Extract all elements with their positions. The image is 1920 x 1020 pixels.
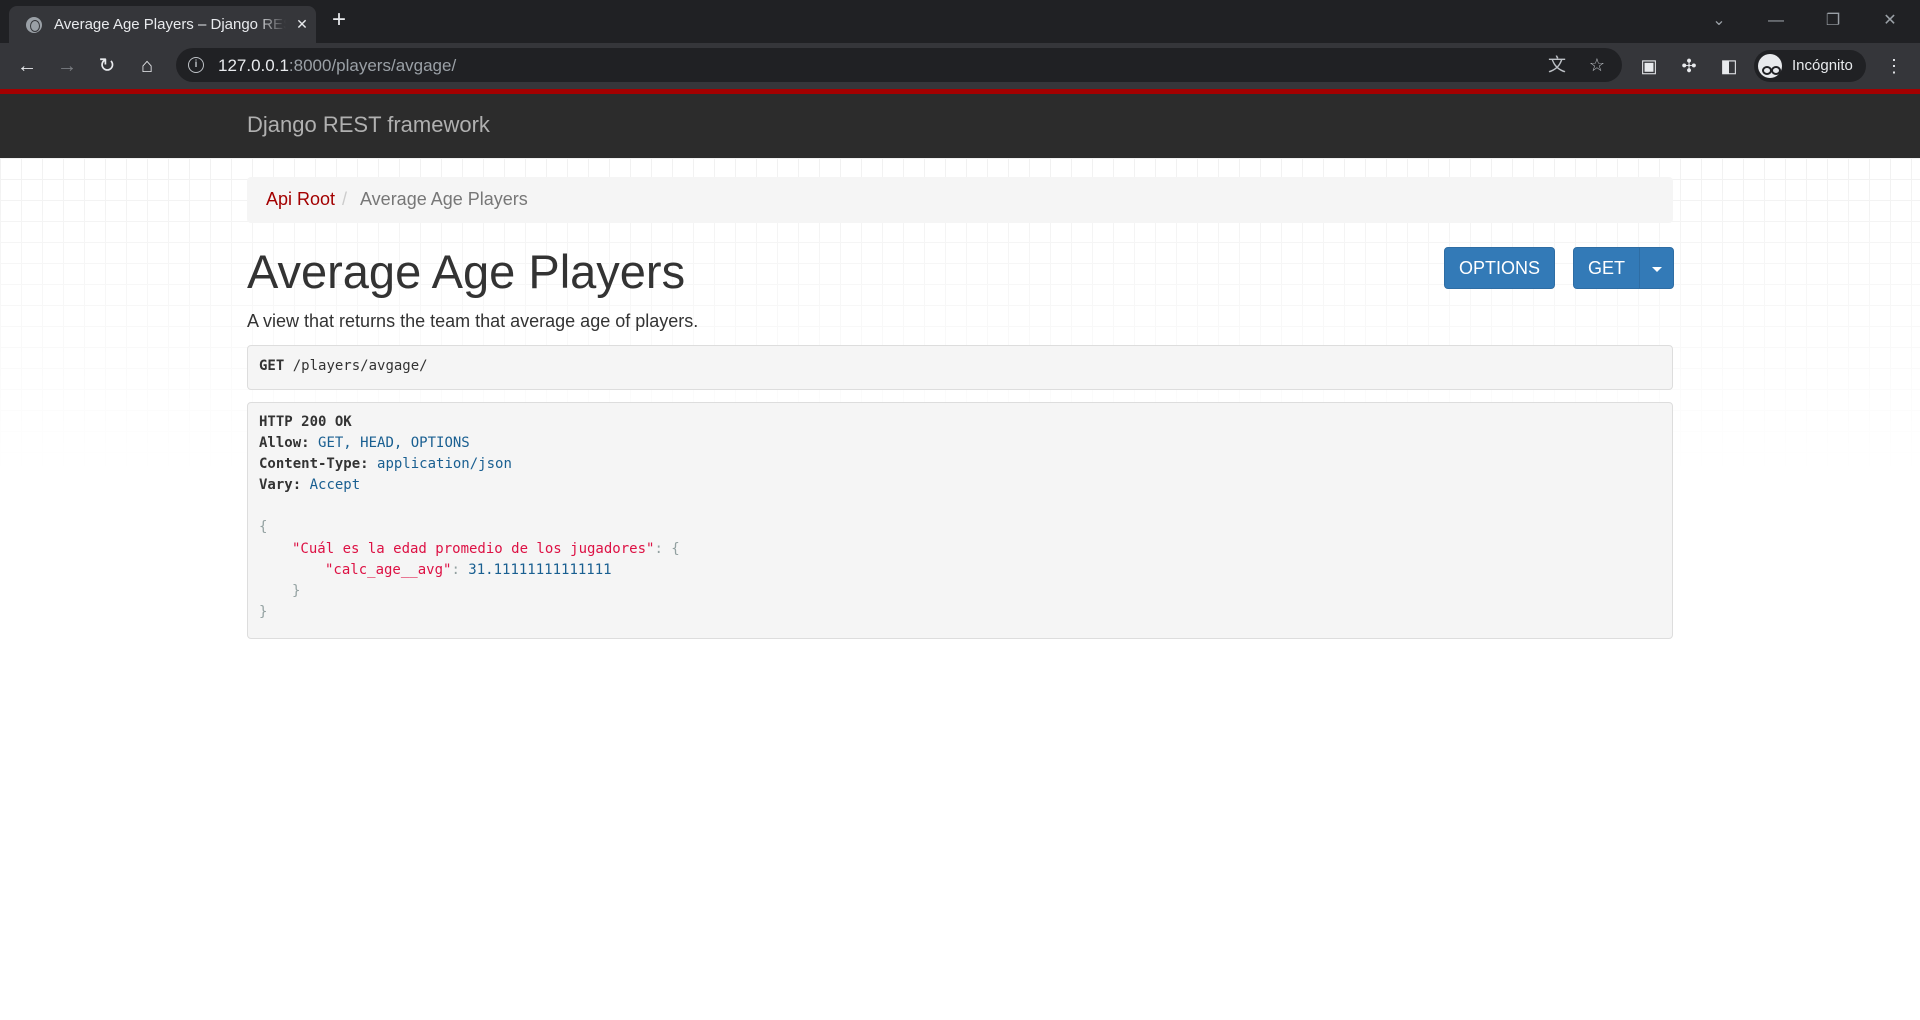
drf-navbar: Django REST framework	[0, 89, 1920, 158]
url-host: 127.0.0.1	[218, 56, 289, 75]
request-info: GET /players/avgage/	[247, 345, 1673, 390]
response-header-content-type: Content-Type: application/json	[259, 456, 512, 472]
breadcrumb-current: Average Age Players	[360, 189, 528, 209]
header-value: GET, HEAD, OPTIONS	[318, 435, 470, 451]
url-text[interactable]: 127.0.0.1:8000/players/avgage/	[218, 56, 456, 76]
json-close-inner-brace: }	[292, 583, 301, 599]
json-key: "Cuál es la edad promedio de los jugador…	[292, 541, 655, 557]
header-key: Vary:	[259, 477, 302, 493]
json-key: "calc_age__avg"	[325, 562, 452, 578]
minimize-window-icon[interactable]: —	[1756, 6, 1796, 36]
tab-title: Average Age Players – Django REST framew…	[54, 16, 286, 33]
close-tab-icon[interactable]: ✕	[292, 14, 312, 34]
breadcrumb-api-root[interactable]: Api Root	[266, 189, 335, 210]
json-inner-entry: "calc_age__avg": 31.11111111111111	[325, 562, 612, 578]
extension-app-icon[interactable]: ▣	[1636, 53, 1662, 79]
incognito-icon	[1758, 54, 1782, 78]
forward-arrow-icon[interactable]: →	[52, 51, 82, 81]
globe-icon	[26, 17, 42, 33]
caret-down-icon	[1651, 266, 1662, 272]
header-key: Content-Type:	[259, 456, 369, 472]
reload-icon[interactable]: ↻	[92, 51, 122, 81]
breadcrumb-separator: /	[342, 189, 348, 209]
incognito-label: Incógnito	[1792, 57, 1853, 74]
back-arrow-icon[interactable]: ←	[12, 51, 42, 81]
response-header-vary: Vary: Accept	[259, 477, 360, 493]
json-open-brace: {	[259, 519, 268, 535]
incognito-profile-button[interactable]: Incógnito	[1754, 50, 1866, 82]
request-line: GET /players/avgage/	[259, 358, 428, 374]
browser-menu-icon[interactable]: ⋮	[1881, 53, 1907, 79]
json-punctuation: : {	[654, 541, 680, 557]
breadcrumb: Api Root / Average Age Players	[247, 177, 1673, 223]
json-close-outer-brace: }	[259, 604, 268, 620]
browser-toolbar: ← → ↻ ⌂ i 127.0.0.1:8000/players/avgage/…	[0, 43, 1920, 89]
get-button[interactable]: GET	[1573, 247, 1640, 289]
tab-search-chevron-icon[interactable]: ⌄	[1699, 6, 1739, 36]
view-description: A view that returns the team that averag…	[247, 311, 699, 331]
new-tab-button[interactable]: +	[326, 8, 352, 34]
home-icon[interactable]: ⌂	[132, 51, 162, 81]
header-value: application/json	[377, 456, 512, 472]
bookmark-star-icon[interactable]: ☆	[1586, 54, 1608, 76]
header-key: Allow:	[259, 435, 310, 451]
page-content: Django REST framework Api Root / Average…	[0, 89, 1920, 1020]
browser-tab[interactable]: Average Age Players – Django REST framew…	[9, 6, 316, 43]
response-header-allow: Allow: GET, HEAD, OPTIONS	[259, 435, 470, 451]
restore-window-icon[interactable]: ❐	[1813, 6, 1853, 36]
json-outer-entry: "Cuál es la edad promedio de los jugador…	[292, 541, 680, 557]
browser-tabstrip: Average Age Players – Django REST framew…	[0, 0, 1920, 43]
response-info: HTTP 200 OK Allow: GET, HEAD, OPTIONS Co…	[247, 402, 1673, 639]
options-button[interactable]: OPTIONS	[1444, 247, 1555, 289]
navbar-brand[interactable]: Django REST framework	[247, 112, 490, 138]
extensions-puzzle-icon[interactable]: ✣	[1676, 53, 1702, 79]
request-path: /players/avgage/	[292, 358, 428, 374]
get-format-dropdown-button[interactable]	[1639, 247, 1674, 289]
json-value: 31.11111111111111	[468, 562, 612, 578]
url-path: :8000/players/avgage/	[288, 56, 457, 75]
page-title: Average Age Players	[247, 245, 686, 298]
request-method: GET	[259, 358, 285, 374]
translate-icon[interactable]: 文	[1546, 54, 1568, 76]
json-punctuation: :	[451, 562, 469, 578]
side-panel-icon[interactable]: ◧	[1716, 53, 1742, 79]
close-window-icon[interactable]: ✕	[1870, 6, 1910, 36]
response-status: HTTP 200 OK	[259, 414, 352, 430]
address-bar[interactable]: i 127.0.0.1:8000/players/avgage/ 文 ☆	[176, 48, 1622, 82]
site-info-icon[interactable]: i	[188, 57, 204, 73]
header-value: Accept	[309, 477, 361, 493]
